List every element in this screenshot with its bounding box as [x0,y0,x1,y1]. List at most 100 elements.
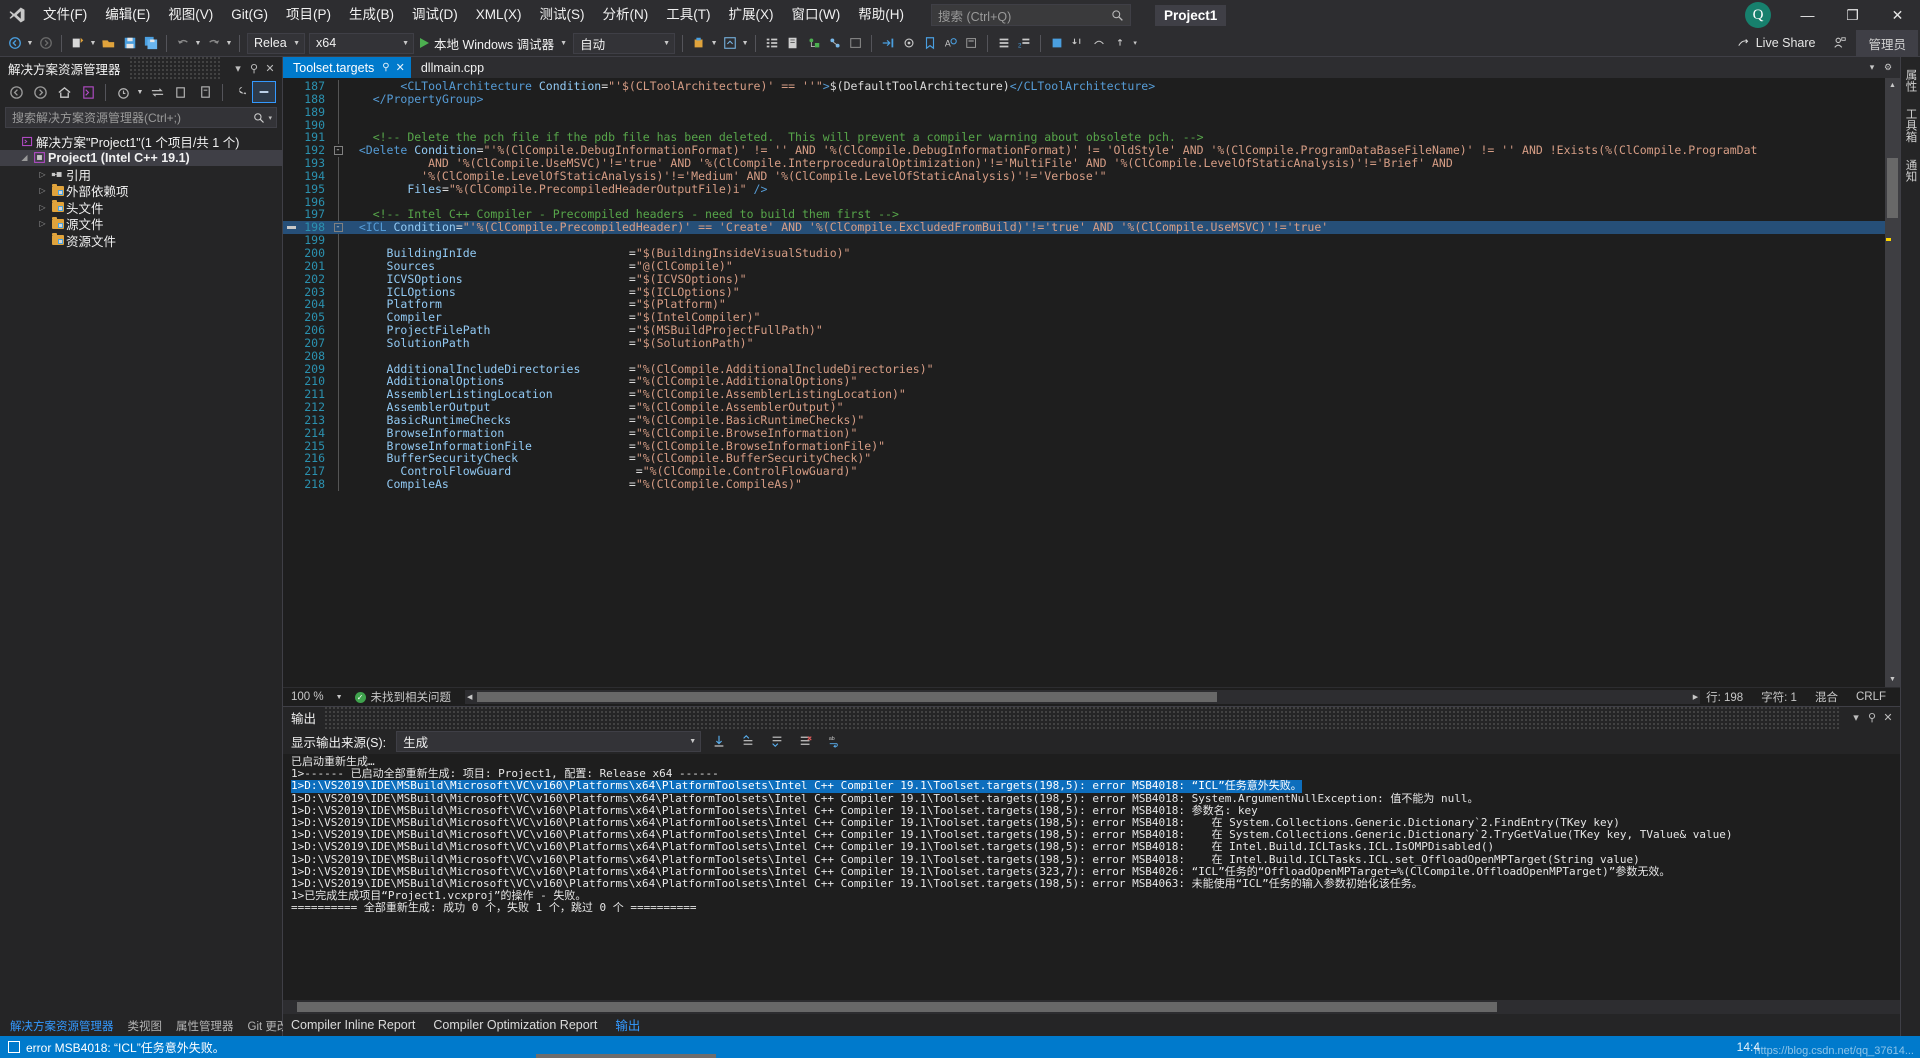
code-line[interactable]: 188 </PropertyGroup> [283,92,1885,106]
save-all-icon[interactable] [140,33,161,54]
output-line-text[interactable]: ========== 全部重新生成: 成功 0 个，失败 1 个，跳过 0 个 … [291,901,697,914]
fold-margin[interactable] [331,375,345,389]
glyph-margin[interactable] [283,324,301,337]
solution-explorer-icon[interactable] [782,33,803,54]
toolbox-icon[interactable] [961,33,982,54]
glyph-margin[interactable] [283,388,301,401]
fold-margin[interactable] [331,272,345,286]
menu-extensions[interactable]: 扩展(X) [720,0,783,30]
twisty-icon[interactable]: ▷ [36,203,49,212]
output-hscroll-thumb[interactable] [297,1002,1497,1012]
zoom-combo[interactable]: 100 % ▼ [283,691,347,703]
output-line-text[interactable]: 1>D:\VS2019\IDE\MSBuild\Microsoft\VC\v16… [291,865,1670,878]
new-project-caret-icon[interactable]: ▼ [88,33,98,54]
glyph-margin[interactable] [283,465,301,478]
code-line[interactable]: 218 CompileAs ="%(ClCompile.CompileAs)" [283,478,1885,491]
glyph-margin[interactable] [283,183,301,196]
tree-node-source-files[interactable]: ▷ 源文件 [0,216,282,232]
start-debug-button[interactable]: 本地 Windows 调试器 ▼ [416,33,571,54]
bookmark-window-icon[interactable] [919,33,940,54]
fold-margin[interactable] [331,413,345,427]
glyph-margin[interactable] [283,440,301,453]
glyph-margin[interactable] [283,414,301,427]
save-icon[interactable] [119,33,140,54]
pane-close-icon[interactable]: ✕ [262,59,278,77]
output-horizontal-scrollbar[interactable] [283,1000,1900,1014]
menu-file[interactable]: 文件(F) [34,0,96,30]
output-body[interactable]: 已启动重新生成… 1>------ 已启动全部重新生成: 项目: Project1… [283,754,1900,1000]
tabstrip-settings-icon[interactable]: ⚙ [1880,57,1896,78]
forward-icon[interactable] [28,81,52,103]
glyph-margin[interactable] [283,131,301,144]
tree-node-references[interactable]: ▷ 引用 [0,166,282,183]
code-line[interactable]: 187 <CLToolArchitecture Condition="'$(CL… [283,80,1885,93]
pending-changes-icon[interactable] [111,81,135,103]
search-options-caret-icon[interactable]: ▾ [268,114,272,122]
tab-list-icon[interactable]: ▾ [1864,57,1880,78]
fold-margin[interactable] [331,336,345,350]
glyph-margin[interactable] [283,286,301,299]
editor-tab-dllmain-cpp[interactable]: dllmain.cpp [411,57,490,78]
toolbar-overflow-icon[interactable]: ▾ [1130,33,1140,54]
account-avatar[interactable]: Q [1745,2,1771,28]
glyph-margin[interactable] [283,401,301,414]
collapse-icon[interactable]: - [333,223,343,233]
menu-project[interactable]: 项目(P) [277,0,340,30]
twisty-icon[interactable]: ▷ [36,219,49,228]
fold-margin[interactable] [331,80,345,93]
home-icon[interactable] [52,81,76,103]
fold-margin[interactable] [331,311,345,325]
minimize-button[interactable]: — [1785,0,1830,30]
fold-margin[interactable] [331,208,345,222]
fold-margin[interactable] [331,234,345,247]
editor-vertical-scrollbar[interactable]: ▲ ▼ [1885,78,1900,687]
quick-launch-search[interactable]: 搜索 (Ctrl+Q) [931,4,1131,26]
pin-icon[interactable]: ⚲ [382,62,389,73]
fold-margin[interactable] [331,182,345,196]
tab-output[interactable]: 输出 [613,1013,643,1037]
code-line[interactable]: 198- <ICL Condition="'%(ClCompile.Precom… [283,221,1885,235]
home-caret-icon[interactable]: ▼ [740,33,750,54]
close-button[interactable]: ✕ [1875,0,1920,30]
next-message-icon[interactable] [766,731,788,752]
fold-margin[interactable] [331,195,345,209]
object-browser-icon[interactable] [845,33,866,54]
fold-margin[interactable] [331,298,345,312]
find-symbol-icon[interactable]: A [940,33,961,54]
collapse-icon[interactable]: - [333,146,343,156]
glyph-margin[interactable] [283,273,301,286]
fold-margin[interactable] [331,349,345,363]
glyph-margin[interactable] [283,119,301,132]
output-source-combo[interactable]: 生成 ▼ [396,730,702,752]
maximize-button[interactable]: ❐ [1830,0,1875,30]
output-drag-grip[interactable] [324,706,1840,729]
properties-window-icon[interactable] [761,33,782,54]
glyph-margin[interactable] [283,311,301,324]
code-surface[interactable]: 187 <CLToolArchitecture Condition="'$(CL… [283,78,1885,687]
glyph-margin[interactable] [283,427,301,440]
output-window-icon[interactable] [898,33,919,54]
glyph-margin[interactable] [283,144,301,157]
glyph-margin[interactable] [283,221,301,234]
attach-process-icon[interactable] [688,33,709,54]
output-line-text[interactable]: 1>D:\VS2019\IDE\MSBuild\Microsoft\VC\v16… [291,816,1620,829]
glyph-margin[interactable] [283,375,301,388]
glyph-margin[interactable] [283,234,301,247]
output-line-text[interactable]: 1>D:\VS2019\IDE\MSBuild\Microsoft\VC\v16… [291,804,1258,817]
step-out-icon[interactable] [1109,33,1130,54]
menu-test[interactable]: 测试(S) [531,0,594,30]
fold-margin[interactable]: - [331,144,345,157]
glyph-margin[interactable] [283,106,301,119]
attach-caret-icon[interactable]: ▼ [709,33,719,54]
sync-with-active-icon[interactable] [145,81,169,103]
glyph-margin[interactable] [283,157,301,170]
navigate-backward-icon[interactable] [4,33,25,54]
auto-combo[interactable]: 自动 ▼ [573,32,676,54]
go-to-message-icon[interactable] [708,731,730,752]
home-window-icon[interactable] [719,33,740,54]
pane-dropdown-icon[interactable]: ▾ [230,59,246,77]
menu-debug[interactable]: 调试(D) [403,0,467,30]
new-project-icon[interactable] [67,33,88,54]
menu-help[interactable]: 帮助(H) [849,0,913,30]
glyph-margin[interactable] [283,93,301,106]
